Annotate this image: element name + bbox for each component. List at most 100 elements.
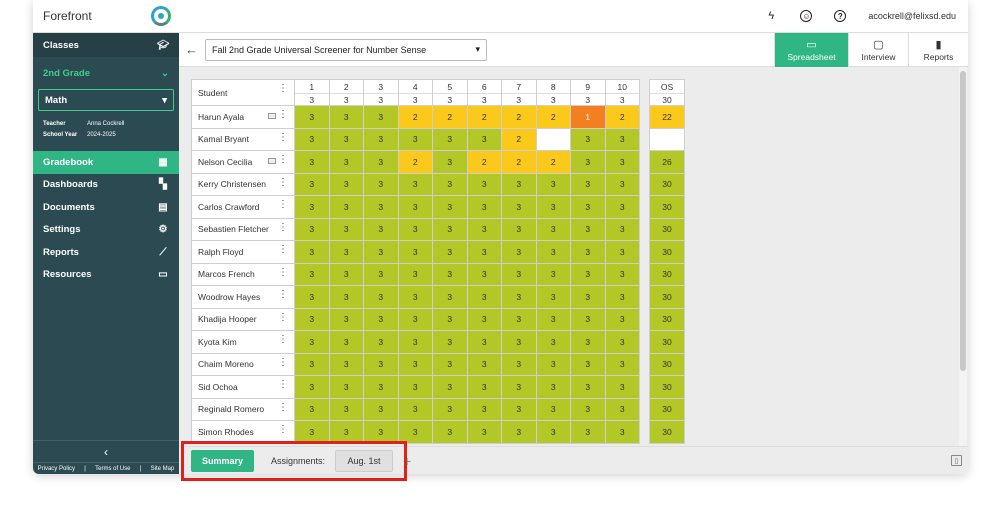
kebab-menu-icon[interactable]: ⋮	[278, 245, 288, 255]
student-name-cell[interactable]: Khadija Hooper ⋮	[191, 307, 295, 331]
score-cell[interactable]: 3	[363, 217, 399, 241]
item-header[interactable]: 4	[397, 79, 433, 94]
score-cell[interactable]: 3	[432, 172, 468, 196]
score-cell[interactable]: 3	[432, 285, 468, 309]
student-name-cell[interactable]: Nelson Cecilia ⋮	[191, 150, 295, 174]
student-name-cell[interactable]: Chaim Moreno ⋮	[191, 352, 295, 376]
score-cell[interactable]: 3	[570, 352, 606, 376]
kebab-menu-icon[interactable]: ⋮	[278, 312, 288, 323]
score-cell[interactable]: 3	[294, 172, 330, 196]
score-cell[interactable]: 3	[294, 330, 330, 354]
score-cell[interactable]: 3	[294, 307, 330, 331]
score-cell[interactable]: 3	[535, 217, 571, 241]
score-cell[interactable]: 3	[328, 262, 364, 286]
kebab-menu-icon[interactable]: ⋮	[278, 290, 288, 300]
score-cell[interactable]: 3	[604, 307, 640, 331]
score-cell[interactable]: 3	[363, 285, 399, 309]
score-cell[interactable]: 3	[432, 307, 468, 331]
score-cell[interactable]: 3	[570, 397, 606, 421]
score-cell[interactable]: 3	[328, 150, 364, 174]
vertical-scrollbar[interactable]	[959, 67, 967, 446]
score-cell[interactable]: 3	[570, 285, 606, 309]
score-cell[interactable]: 3	[466, 352, 502, 376]
score-cell[interactable]: 3	[501, 285, 537, 309]
score-cell[interactable]: 3	[501, 352, 537, 376]
score-cell[interactable]: 3	[363, 352, 399, 376]
score-cell[interactable]: 2	[432, 105, 468, 129]
score-cell[interactable]: 3	[501, 217, 537, 241]
score-cell[interactable]: 3	[432, 262, 468, 286]
score-cell[interactable]: 3	[570, 307, 606, 331]
score-cell[interactable]: 3	[397, 262, 433, 286]
score-cell[interactable]: 3	[466, 217, 502, 241]
score-cell[interactable]: 3	[328, 217, 364, 241]
score-cell[interactable]: 2	[466, 105, 502, 129]
score-cell[interactable]: 3	[294, 420, 330, 444]
score-cell[interactable]: 3	[466, 397, 502, 421]
kebab-menu-icon[interactable]: ⋮	[278, 425, 288, 435]
score-cell[interactable]: 3	[535, 195, 571, 219]
score-cell[interactable]: 3	[294, 150, 330, 174]
score-cell[interactable]: 3	[363, 397, 399, 421]
student-name-cell[interactable]: Marcos French ⋮	[191, 262, 295, 286]
student-name-cell[interactable]: Woodrow Hayes ⋮	[191, 285, 295, 309]
scrollbar-thumb[interactable]	[960, 71, 966, 371]
score-cell[interactable]: 3	[466, 240, 502, 264]
score-cell[interactable]: 2	[535, 105, 571, 129]
lightning-icon[interactable]: ϟ	[764, 9, 778, 23]
score-cell[interactable]: 3	[363, 105, 399, 129]
score-cell[interactable]: 3	[570, 330, 606, 354]
score-cell[interactable]: 3	[501, 240, 537, 264]
score-cell[interactable]: 3	[328, 307, 364, 331]
site-map-link[interactable]: Site Map	[151, 466, 175, 472]
score-cell[interactable]: 3	[570, 375, 606, 399]
score-cell[interactable]: 3	[432, 352, 468, 376]
kebab-menu-icon[interactable]: ⋮	[278, 402, 288, 413]
score-cell[interactable]: 2	[466, 150, 502, 174]
score-cell[interactable]: 3	[294, 195, 330, 219]
score-cell[interactable]: 2	[535, 150, 571, 174]
score-cell[interactable]: 3	[294, 262, 330, 286]
score-cell[interactable]: 3	[570, 217, 606, 241]
sidebar-item-resources[interactable]: Resources ▭	[33, 264, 179, 287]
score-cell[interactable]: 3	[397, 195, 433, 219]
score-cell[interactable]: 3	[294, 217, 330, 241]
kebab-menu-icon[interactable]: ⋮	[278, 132, 288, 143]
score-cell[interactable]: 3	[294, 375, 330, 399]
score-cell[interactable]: 3	[535, 240, 571, 264]
score-cell[interactable]: 3	[570, 172, 606, 196]
score-cell[interactable]: 3	[363, 420, 399, 444]
score-cell[interactable]: 3	[466, 195, 502, 219]
score-cell[interactable]: 3	[466, 285, 502, 309]
score-cell[interactable]: 3	[294, 240, 330, 264]
score-cell[interactable]: 3	[535, 172, 571, 196]
score-cell[interactable]: 3	[432, 240, 468, 264]
score-cell[interactable]: 3	[570, 420, 606, 444]
score-cell[interactable]: 3	[501, 262, 537, 286]
score-cell[interactable]: 3	[363, 150, 399, 174]
terms-of-use-link[interactable]: Terms of Use	[95, 466, 130, 472]
kebab-menu-icon[interactable]: ⋮	[278, 222, 288, 233]
score-cell[interactable]: 3	[570, 195, 606, 219]
score-cell[interactable]: 3	[294, 105, 330, 129]
score-cell[interactable]: 3	[328, 105, 364, 129]
grade-selector[interactable]: 2nd Grade ⌄	[33, 57, 179, 89]
student-name-cell[interactable]: Harun Ayala ⋮	[191, 105, 295, 129]
score-cell[interactable]: 3	[328, 397, 364, 421]
sidebar-item-documents[interactable]: Documents ▤	[33, 196, 179, 219]
score-cell[interactable]: 3	[604, 240, 640, 264]
sidebar-item-settings[interactable]: Settings ⚙	[33, 219, 179, 242]
score-cell[interactable]: 3	[363, 172, 399, 196]
score-cell[interactable]: 3	[328, 420, 364, 444]
score-cell[interactable]: 3	[363, 127, 399, 151]
score-cell[interactable]: 2	[501, 127, 537, 151]
score-cell[interactable]: 3	[570, 240, 606, 264]
kebab-menu-icon[interactable]: ⋮	[278, 155, 288, 165]
score-cell[interactable]: 3	[466, 420, 502, 444]
subject-select[interactable]: Math ▾	[38, 89, 174, 111]
item-header[interactable]: 6	[466, 79, 502, 94]
item-header[interactable]: 3	[363, 79, 399, 94]
student-name-cell[interactable]: Kerry Christensen ⋮	[191, 172, 295, 196]
student-name-cell[interactable]: Simon Rhodes ⋮	[191, 420, 295, 444]
kebab-menu-icon[interactable]: ⋮	[278, 380, 288, 390]
